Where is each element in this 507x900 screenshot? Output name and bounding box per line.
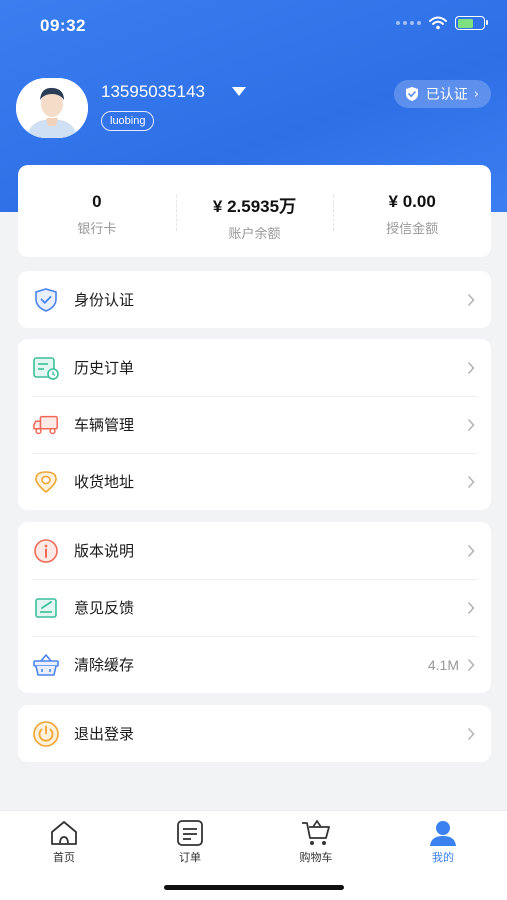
- menu-item-identity[interactable]: 身份认证: [18, 271, 491, 328]
- wifi-icon: [429, 16, 447, 30]
- verified-label: 已认证: [425, 87, 468, 103]
- menu-label: 清除缓存: [74, 656, 135, 674]
- info-icon: [32, 537, 60, 565]
- chevron-right-icon: [467, 727, 477, 741]
- menu-group-settings: 版本说明 意见反馈 清除缓存 4.1M: [18, 522, 491, 693]
- menu-label: 退出登录: [74, 725, 135, 743]
- home-icon: [51, 821, 77, 845]
- menu-label: 收货地址: [74, 473, 135, 491]
- shield-check-icon: [32, 286, 60, 314]
- menu-label: 身份认证: [74, 291, 135, 309]
- verified-badge[interactable]: 已认证 ›: [393, 80, 491, 108]
- menu-item-vehicles[interactable]: 车辆管理: [18, 396, 491, 453]
- battery-icon: [455, 16, 488, 30]
- home-indicator: [164, 885, 344, 890]
- chevron-right-icon: [467, 658, 477, 672]
- cache-size-value: 4.1M: [427, 656, 459, 673]
- stat-value: 0: [92, 192, 102, 211]
- stat-value: ¥ 2.5935万: [212, 197, 297, 216]
- order-history-icon: [32, 354, 60, 382]
- tab-label: 首页: [53, 851, 75, 864]
- stat-bank-cards[interactable]: 0 银行卡: [18, 165, 176, 257]
- shield-check-icon: [405, 87, 418, 101]
- menu-label: 历史订单: [74, 359, 135, 377]
- menu-item-orders[interactable]: 历史订单: [18, 339, 491, 396]
- chevron-right-icon: ›: [473, 86, 479, 102]
- chevron-right-icon: [467, 544, 477, 558]
- menu-label: 车辆管理: [74, 416, 135, 434]
- order-icon: [177, 820, 203, 846]
- chevron-right-icon: [467, 475, 477, 489]
- stat-credit[interactable]: ¥ 0.00 授信金额: [333, 165, 491, 257]
- profile-header: 13595035143 luobing 已认证 ›: [16, 78, 491, 142]
- tab-label: 我的: [432, 851, 454, 864]
- menu-item-version[interactable]: 版本说明: [18, 522, 491, 579]
- location-pin-icon: [32, 468, 60, 496]
- tab-cart[interactable]: 购物车: [276, 819, 356, 865]
- cart-icon: [302, 819, 330, 845]
- menu-item-feedback[interactable]: 意见反馈: [18, 579, 491, 636]
- status-icons: [396, 16, 488, 30]
- stat-balance[interactable]: ¥ 2.5935万 账户余额: [175, 165, 334, 257]
- user-icon: [430, 821, 456, 846]
- tab-label: 订单: [179, 851, 201, 864]
- user-phone[interactable]: 13595035143: [101, 82, 205, 102]
- menu-group-logout: 退出登录: [18, 705, 491, 762]
- status-time: 09:32: [40, 16, 86, 35]
- signal-icon: [396, 21, 421, 25]
- tab-home[interactable]: 首页: [24, 819, 104, 865]
- stat-label: 授信金额: [386, 222, 439, 237]
- tab-mine[interactable]: 我的: [403, 819, 483, 865]
- tab-label: 购物车: [299, 851, 333, 864]
- user-nickname-badge: luobing: [101, 111, 155, 131]
- truck-icon: [32, 411, 60, 439]
- avatar[interactable]: [16, 78, 88, 138]
- menu-label: 意见反馈: [74, 599, 135, 617]
- menu-item-logout[interactable]: 退出登录: [18, 705, 491, 762]
- menu-group-orders: 历史订单 车辆管理 收货地址: [18, 339, 491, 510]
- status-bar: 09:32: [0, 0, 507, 54]
- power-icon: [32, 720, 60, 748]
- basket-icon: [32, 651, 60, 679]
- menu-group-identity: 身份认证: [18, 271, 491, 328]
- stat-value: ¥ 0.00: [388, 192, 436, 211]
- chevron-right-icon: [467, 601, 477, 615]
- account-stats-card: 0 银行卡 ¥ 2.5935万 账户余额 ¥ 0.00 授信金额: [18, 165, 491, 257]
- chevron-right-icon: [467, 361, 477, 375]
- tab-orders[interactable]: 订单: [150, 819, 230, 865]
- chevron-right-icon: [467, 293, 477, 307]
- menu-item-clear-cache[interactable]: 清除缓存 4.1M: [18, 636, 491, 693]
- stat-label: 账户余额: [228, 227, 281, 242]
- menu-item-address[interactable]: 收货地址: [18, 453, 491, 510]
- stat-label: 银行卡: [77, 222, 117, 237]
- chevron-right-icon: [467, 418, 477, 432]
- menu-label: 版本说明: [74, 542, 135, 560]
- account-switch-caret-icon[interactable]: [232, 87, 246, 96]
- feedback-icon: [32, 594, 60, 622]
